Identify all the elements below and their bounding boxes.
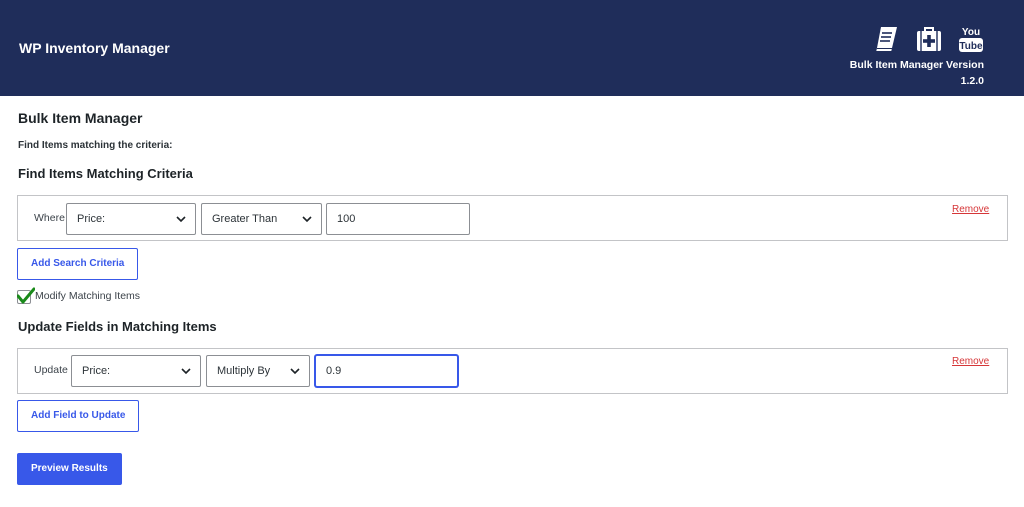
chevron-down-icon	[302, 216, 312, 223]
page-subtext: Find Items matching the criteria:	[18, 140, 173, 151]
update-operation-select-value: Multiply By	[217, 365, 271, 377]
find-field-select-value: Price:	[77, 213, 106, 225]
modify-label: Modify Matching Items	[35, 290, 141, 302]
add-search-criteria-button[interactable]: Add Search Criteria	[17, 248, 139, 280]
checkmark-icon	[17, 287, 35, 304]
page-title: Bulk Item Manager	[18, 110, 143, 126]
add-field-to-update-button[interactable]: Add Field to Update	[17, 400, 140, 432]
update-field-select-value: Price:	[82, 365, 111, 377]
update-value-input[interactable]: 0.9	[315, 355, 458, 387]
update-fields-heading: Update Fields in Matching Items	[18, 319, 217, 334]
update-field-row: Update Price: Multiply By 0.9 Remove	[17, 348, 1008, 394]
version-label: Bulk Item Manager Version 1.2.0	[850, 57, 984, 89]
version-title: Bulk Item Manager Version	[849, 59, 984, 71]
youtube-icon-text-bottom: Tube	[959, 41, 983, 52]
preview-results-button[interactable]: Preview Results	[17, 453, 122, 485]
find-remove-link[interactable]: Remove	[952, 204, 989, 215]
app-title: WP Inventory Manager	[19, 40, 170, 56]
find-field-select[interactable]: Price:	[66, 203, 196, 235]
chevron-down-icon	[176, 216, 186, 223]
find-value-input[interactable]: 100	[326, 203, 470, 235]
support-first-aid-icon[interactable]	[914, 24, 944, 54]
manual-book-icon[interactable]	[872, 24, 902, 54]
find-criteria-heading: Find Items Matching Criteria	[18, 166, 193, 181]
find-criteria-row: Where Price: Greater Than 100 Remove	[17, 195, 1008, 241]
youtube-icon[interactable]: You Tube	[956, 24, 986, 54]
update-operation-select[interactable]: Multiply By	[206, 355, 310, 387]
version-number: 1.2.0	[960, 75, 984, 87]
chevron-down-icon	[181, 368, 191, 375]
update-label: Update	[34, 364, 68, 376]
chevron-down-icon	[290, 368, 300, 375]
top-header: WP Inventory Manager You Tube Bulk Item …	[0, 0, 1024, 96]
where-label: Where	[34, 212, 65, 224]
find-operator-select[interactable]: Greater Than	[201, 203, 322, 235]
update-field-select[interactable]: Price:	[71, 355, 201, 387]
youtube-icon-text-top: You	[962, 27, 980, 38]
update-remove-link[interactable]: Remove	[952, 356, 989, 367]
find-operator-select-value: Greater Than	[212, 213, 278, 225]
